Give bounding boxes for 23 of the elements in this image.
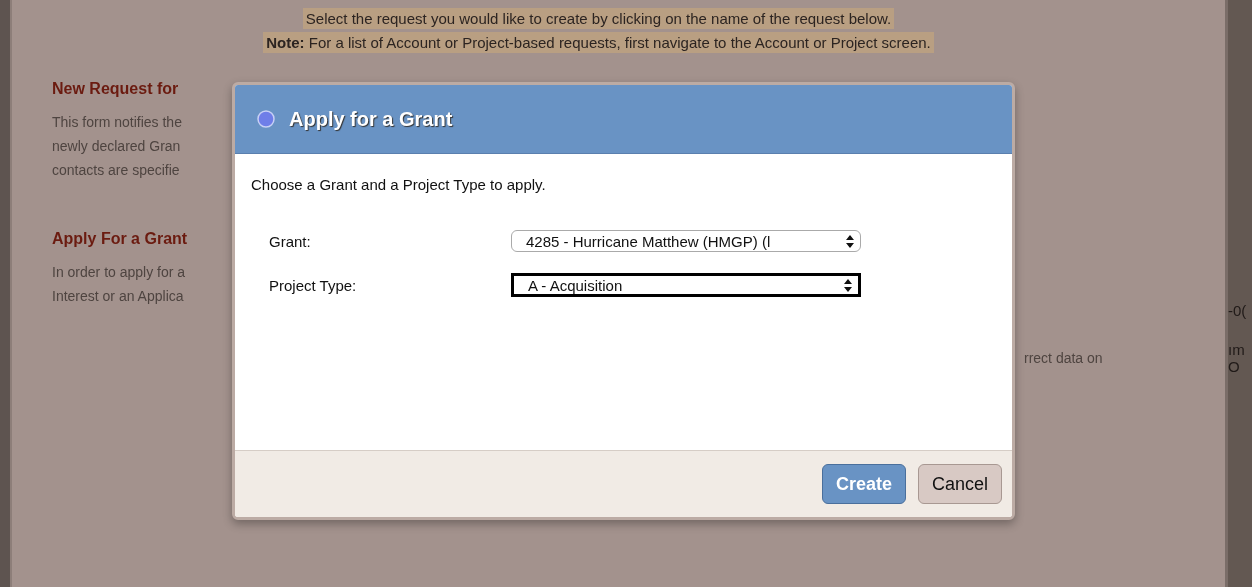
description-text: rrect data on	[1024, 349, 1103, 368]
instruction-text: Choose a Grant and a Project Type to apply.	[251, 176, 547, 193]
field-label: Grant:	[268, 232, 312, 250]
updown-icon	[844, 278, 852, 292]
section-heading: New Request for	[52, 80, 180, 98]
description-text: Interest or an Applica	[52, 287, 185, 306]
bullet-icon	[257, 110, 275, 128]
dialog-title: Apply for a Grant	[289, 107, 453, 131]
section-heading: Apply For a Grant	[52, 230, 189, 248]
description-text: newly declared Gran	[52, 137, 182, 156]
select-field[interactable]: A - Acquisition	[511, 273, 861, 297]
note-text: Note: For a list of Account or Project-based requests, first navigate to the Account or Project screen.	[263, 32, 934, 53]
notice-text: Select the request you would like to create by clicking on the name of the request below.	[302, 8, 895, 29]
description-text: contacts are specifie	[52, 161, 181, 180]
side-panel-text: ım	[1228, 341, 1246, 358]
description-text: In order to apply for a	[52, 263, 187, 282]
field-label: Project Type:	[268, 276, 358, 294]
side-panel-text: O	[1228, 358, 1241, 375]
select-field[interactable]: 4285 - Hurricane Matthew (HMGP) (l	[511, 230, 861, 252]
description-text: This form notifies the	[52, 113, 183, 132]
updown-icon	[846, 234, 854, 248]
cancel-button[interactable]: Cancel	[917, 464, 1002, 504]
side-panel-text: -0(	[1228, 302, 1248, 319]
